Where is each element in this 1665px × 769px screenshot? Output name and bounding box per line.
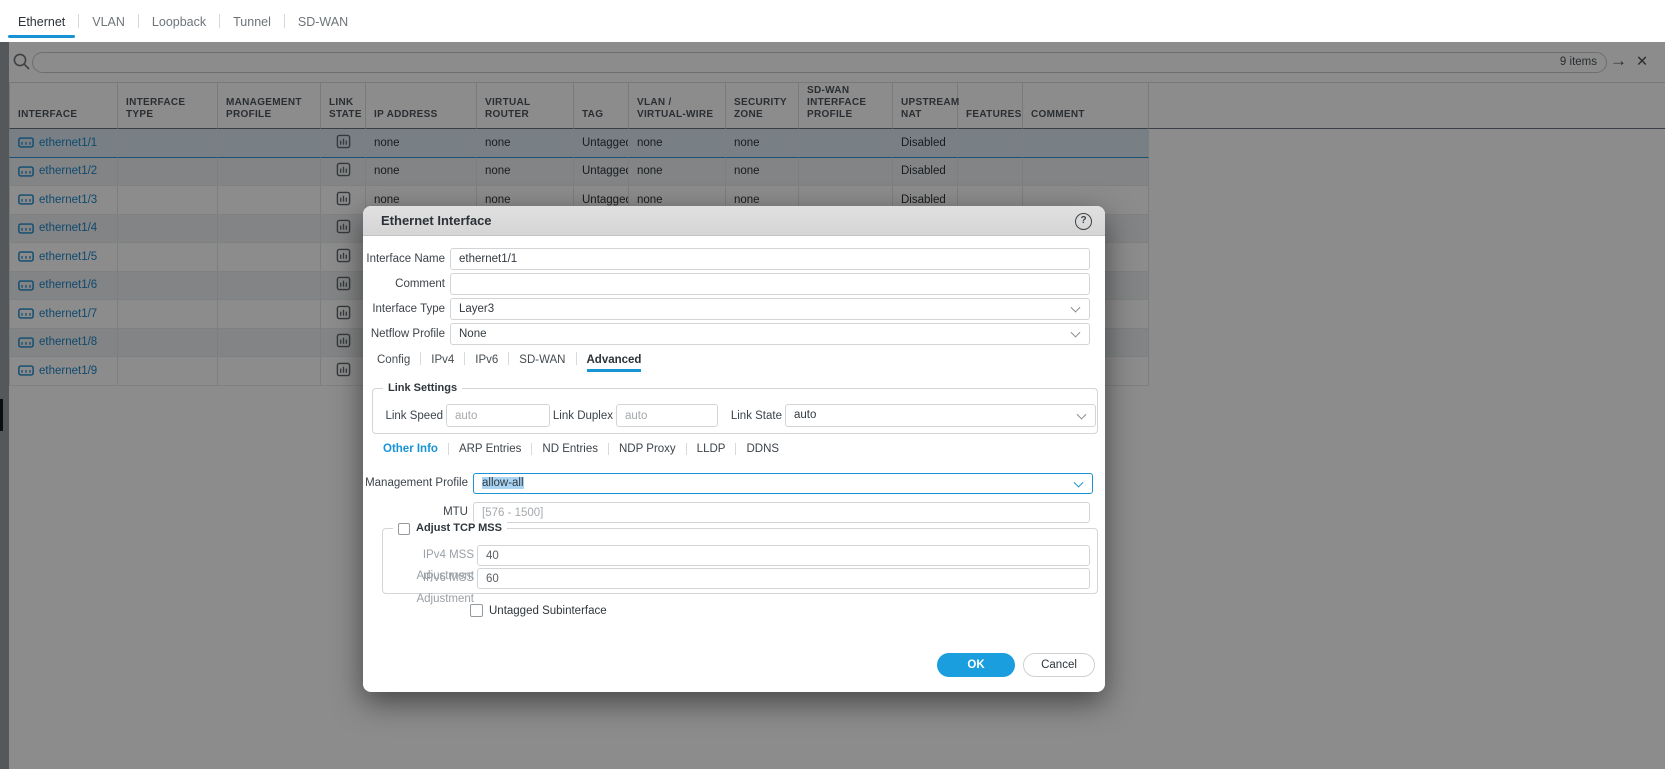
tab-sdwan[interactable]: SD-WAN <box>298 2 348 41</box>
netflow-profile-select[interactable]: None <box>450 323 1090 345</box>
tab-ethernet[interactable]: Ethernet <box>7 2 76 41</box>
dialog-titlebar: Ethernet Interface ? <box>363 206 1105 236</box>
tab-vlan[interactable]: VLAN <box>92 2 125 41</box>
subtab-ddns[interactable]: DDNS <box>746 443 779 455</box>
ipv6-mss-label: IPv6 MSS Adjustment <box>416 572 474 605</box>
ipv6-mss-field[interactable] <box>477 568 1090 589</box>
interface-type-select[interactable]: Layer3 <box>450 298 1090 320</box>
link-state-select[interactable]: auto <box>785 404 1096 427</box>
tab-separator <box>735 443 737 455</box>
cancel-button[interactable]: Cancel <box>1023 653 1095 677</box>
management-profile-select[interactable]: allow-all <box>473 473 1093 494</box>
management-profile-value: allow-all <box>482 477 524 489</box>
dialog-tab-config[interactable]: Config <box>377 354 410 372</box>
tab-separator <box>219 14 221 28</box>
management-profile-label: Management Profile <box>365 477 468 489</box>
link-speed-field[interactable] <box>446 404 550 427</box>
tab-separator <box>508 352 510 365</box>
interface-name-field[interactable] <box>450 248 1090 270</box>
tab-separator <box>608 443 609 455</box>
subtab-nd-entries[interactable]: ND Entries <box>542 443 598 455</box>
ethernet-interfaces-page: Ethernet VLAN Loopback Tunnel SD-WAN 9 i… <box>0 0 1665 769</box>
dialog-tabbar: Config IPv4 IPv6 SD-WAN Advanced <box>377 352 642 372</box>
tab-separator <box>420 352 422 365</box>
ipv4-mss-field[interactable] <box>477 545 1090 566</box>
tab-separator <box>78 14 80 28</box>
adjust-tcp-mss-label: Adjust TCP MSS <box>416 522 502 534</box>
tab-sdwan-label: SD-WAN <box>297 14 349 29</box>
dialog-tab-ipv4[interactable]: IPv4 <box>431 354 454 372</box>
netflow-profile-value: None <box>459 328 487 340</box>
dialog-title: Ethernet Interface <box>381 213 492 228</box>
tab-separator <box>283 14 285 28</box>
chevron-down-icon <box>1070 327 1081 338</box>
tab-loopback[interactable]: Loopback <box>152 2 206 41</box>
tab-separator <box>137 14 139 28</box>
link-speed-label: Link Speed <box>385 410 443 422</box>
link-state-label: Link State <box>730 410 782 422</box>
help-icon[interactable]: ? <box>1075 213 1092 230</box>
subtab-arp-entries[interactable]: ARP Entries <box>459 443 521 455</box>
tab-vlan-label: VLAN <box>92 14 125 29</box>
untagged-subinterface-label: Untagged Subinterface <box>489 605 607 617</box>
comment-label: Comment <box>395 278 445 290</box>
subtab-other-info[interactable]: Other Info <box>383 443 438 455</box>
link-state-value: auto <box>794 409 817 421</box>
interface-name-label: Interface Name <box>366 253 445 265</box>
tab-loopback-label: Loopback <box>151 14 207 29</box>
dialog-tab-sdwan[interactable]: SD-WAN <box>519 354 565 372</box>
adjust-tcp-mss-checkbox[interactable] <box>398 522 410 535</box>
link-duplex-field[interactable] <box>616 404 718 427</box>
mtu-field[interactable] <box>473 502 1090 523</box>
interface-type-label: Interface Type <box>372 303 445 315</box>
dialog-tab-ipv6[interactable]: IPv6 <box>475 354 498 372</box>
advanced-subtabs: Other Info ARP Entries ND Entries NDP Pr… <box>383 443 779 455</box>
tab-tunnel-label: Tunnel <box>233 14 271 29</box>
tab-tunnel[interactable]: Tunnel <box>233 2 271 41</box>
tab-separator <box>531 443 533 455</box>
chevron-down-icon <box>1076 409 1087 420</box>
tab-separator <box>447 443 449 455</box>
adjust-tcp-mss-legend: Adjust TCP MSS <box>393 522 507 535</box>
untagged-subinterface-checkbox[interactable] <box>470 604 483 617</box>
link-settings-legend: Link Settings <box>383 382 463 395</box>
link-duplex-label: Link Duplex <box>552 410 613 422</box>
tab-separator <box>464 352 466 365</box>
interface-type-value: Layer3 <box>459 303 495 315</box>
ok-button[interactable]: OK <box>937 653 1015 677</box>
tab-separator <box>685 443 687 455</box>
dialog-tab-advanced[interactable]: Advanced <box>586 354 642 372</box>
comment-field[interactable] <box>450 273 1090 295</box>
tab-ethernet-label: Ethernet <box>18 14 66 29</box>
interface-type-tabbar: Ethernet VLAN Loopback Tunnel SD-WAN <box>0 0 1665 42</box>
chevron-down-icon <box>1070 302 1081 313</box>
mtu-label: MTU <box>443 506 468 518</box>
chevron-down-icon <box>1073 477 1084 488</box>
tab-separator <box>575 352 577 365</box>
subtab-lldp[interactable]: LLDP <box>697 443 726 455</box>
netflow-profile-label: Netflow Profile <box>370 328 445 340</box>
subtab-ndp-proxy[interactable]: NDP Proxy <box>619 443 676 455</box>
ethernet-interface-dialog: Ethernet Interface ? Interface Name Comm… <box>363 206 1105 692</box>
